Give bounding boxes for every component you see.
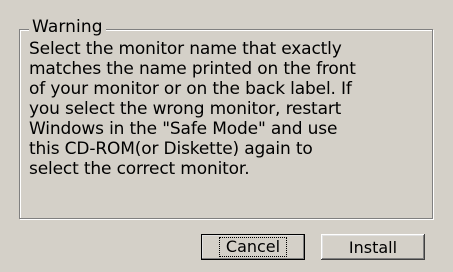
warning-message: Select the monitor name that exactly mat… — [29, 39, 429, 179]
cancel-button-label: Cancel — [218, 237, 288, 257]
install-button-label: Install — [348, 237, 398, 257]
message-line: you select the wrong monitor, restart — [29, 99, 342, 119]
message-line: this CD-ROM(or Diskette) again to — [29, 139, 313, 159]
cancel-button[interactable]: Cancel — [201, 234, 305, 260]
dialog-window: Warning Select the monitor name that exa… — [0, 0, 453, 272]
message-line: of your monitor or on the back label. If — [29, 79, 352, 99]
message-line: Select the monitor name that exactly — [29, 39, 342, 59]
message-line: Windows in the "Safe Mode" and use — [29, 119, 338, 139]
install-button[interactable]: Install — [321, 234, 425, 260]
message-line: matches the name printed on the front — [29, 59, 356, 79]
message-line: select the correct monitor. — [29, 159, 250, 179]
warning-group-title: Warning — [29, 16, 106, 38]
